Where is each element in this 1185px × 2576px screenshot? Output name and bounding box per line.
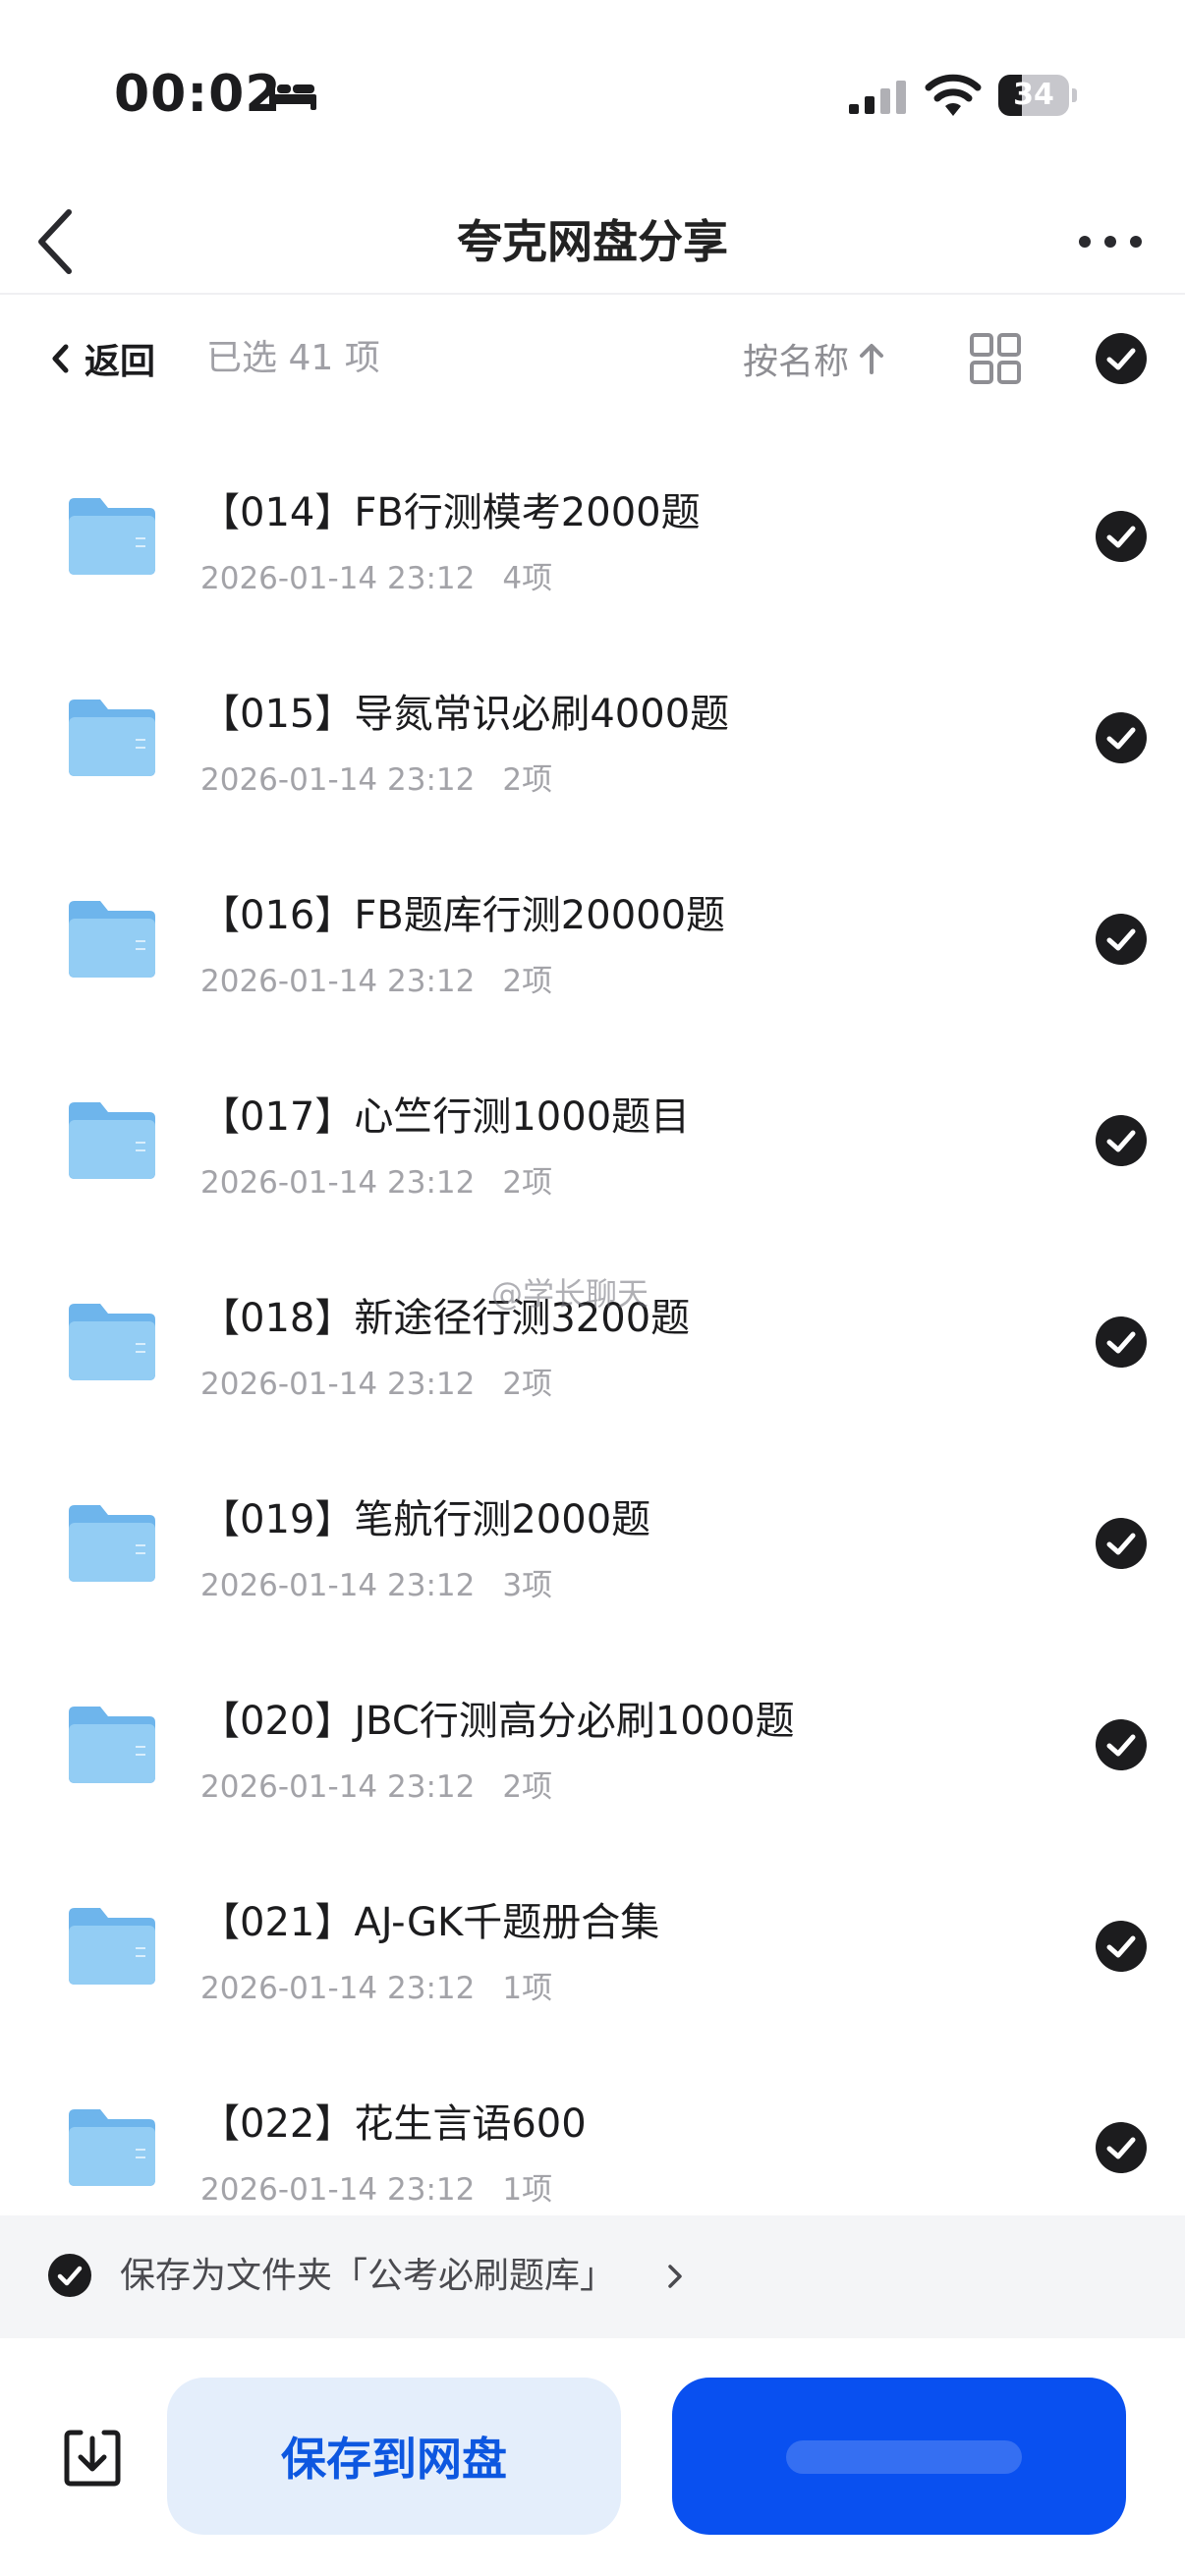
back-button[interactable]: 返回 [49,326,155,391]
check-circle-icon[interactable] [1095,510,1148,563]
file-name: 【020】JBC行测高分必刷1000题 [200,1699,795,1744]
folder-icon [69,1304,155,1380]
back-label: 返回 [85,342,156,382]
file-name: 【015】导氮常识必刷4000题 [200,692,730,737]
file-name: 【016】FB题库行测20000题 [200,893,726,938]
list-item[interactable]: 【019】笔航行测2000题 2026-01-14 23:12 3项 [0,1444,1185,1646]
battery-level-text: 34 [1013,78,1054,112]
file-list: 【014】FB行测模考2000题 2026-01-14 23:12 4项 【015… [0,437,1185,2215]
check-circle-icon[interactable] [1095,2121,1148,2174]
bed-icon [269,81,316,110]
check-circle-icon[interactable] [1095,1316,1148,1369]
file-date: 2026-01-14 23:12 [200,1568,476,1603]
arrow-up-icon [860,344,884,374]
file-name: 【021】AJ-GK千题册合集 [200,1900,660,1945]
file-meta: 2026-01-14 23:12 1项 [200,1963,552,2007]
folder-icon [69,1102,155,1179]
battery-cap [1072,88,1077,102]
list-item[interactable]: 【022】花生言语600 2026-01-14 23:12 1项 [0,2048,1185,2215]
file-meta: 2026-01-14 23:12 2项 [200,1359,552,1403]
check-circle-icon[interactable] [47,2253,92,2298]
file-date: 2026-01-14 23:12 [200,1769,476,1805]
nav-bar: 夸克网盘分享 [0,187,1185,295]
file-count: 1项 [502,1971,553,2006]
file-meta: 2026-01-14 23:12 2项 [200,755,552,799]
grid-icon[interactable] [969,332,1022,385]
battery-icon: 34 [998,75,1077,116]
file-count: 2项 [502,762,553,798]
selected-count: 已选 41 项 [206,338,380,378]
file-date: 2026-01-14 23:12 [200,762,476,798]
watermark: @学长聊天 [491,1275,649,1313]
file-date: 2026-01-14 23:12 [200,1971,476,2006]
file-meta: 2026-01-14 23:12 4项 [200,553,552,597]
file-name: 【017】心竺行测1000题目 [200,1094,691,1140]
chevron-right-icon[interactable] [666,2263,684,2290]
folder-icon [69,498,155,575]
file-meta: 2026-01-14 23:12 3项 [200,1560,552,1604]
folder-icon [69,1505,155,1582]
sort-label: 按名称 [743,342,850,382]
signal-icon [849,81,906,114]
save-as-folder-label: 保存为文件夹「公考必刷题库」 [120,2256,616,2296]
sort-by-name-button[interactable]: 按名称 [743,326,886,391]
file-date: 2026-01-14 23:12 [200,2172,476,2208]
file-name: 【022】花生言语600 [200,2101,587,2147]
status-bar: 00:02 34 [0,0,1185,187]
list-item[interactable]: 【014】FB行测模考2000题 2026-01-14 23:12 4项 [0,437,1185,639]
bottom-action-bar: 保存到网盘 [0,2338,1185,2576]
file-meta: 2026-01-14 23:12 2项 [200,956,552,1000]
download-icon[interactable] [61,2427,124,2490]
check-circle-icon[interactable] [1095,1718,1148,1771]
check-circle-icon[interactable] [1095,711,1148,764]
file-date: 2026-01-14 23:12 [200,1367,476,1402]
list-item[interactable]: 【020】JBC行测高分必刷1000题 2026-01-14 23:12 2项 [0,1646,1185,1847]
check-circle-icon[interactable] [1095,1517,1148,1570]
wifi-icon [925,74,982,116]
file-meta: 2026-01-14 23:12 2项 [200,1762,552,1806]
folder-icon [69,901,155,978]
file-count: 3项 [502,1568,553,1603]
list-item[interactable]: 【017】心竺行测1000题目 2026-01-14 23:12 2项 [0,1041,1185,1243]
obscured-button-label [786,2440,1022,2474]
chevron-left-small-icon [52,344,69,373]
check-circle-icon[interactable] [1095,913,1148,966]
status-time: 00:02 [114,65,282,124]
file-date: 2026-01-14 23:12 [200,964,476,999]
check-circle-icon[interactable] [1095,332,1148,385]
folder-icon [69,700,155,776]
file-count: 4项 [502,561,553,596]
file-count: 2项 [502,1769,553,1805]
battery-body: 34 [998,75,1069,116]
list-item[interactable]: 【015】导氮常识必刷4000题 2026-01-14 23:12 2项 [0,639,1185,840]
file-date: 2026-01-14 23:12 [200,561,476,596]
file-meta: 2026-01-14 23:12 1项 [200,2164,552,2209]
file-name: 【019】笔航行测2000题 [200,1497,651,1542]
file-count: 2项 [502,1367,553,1402]
more-icon[interactable] [1075,226,1146,257]
page-title: 夸克网盘分享 [457,215,728,268]
file-date: 2026-01-14 23:12 [200,1165,476,1201]
folder-icon [69,1707,155,1783]
file-name: 【014】FB行测模考2000题 [200,490,701,535]
file-count: 2项 [502,1165,553,1201]
file-count: 2项 [502,964,553,999]
folder-icon [69,1908,155,1985]
quark-share-page: 00:02 34 夸克网盘分享 返回 已选 41 项 按名称 【014】FB行测… [0,0,1185,2576]
selection-toolbar: 返回 已选 41 项 按名称 [0,295,1185,422]
check-circle-icon[interactable] [1095,1920,1148,1973]
save-as-folder-toggle[interactable]: 保存为文件夹「公考必刷题库」 [0,2215,1185,2338]
check-circle-icon[interactable] [1095,1114,1148,1167]
folder-icon [69,2109,155,2186]
file-count: 1项 [502,2172,553,2208]
save-to-drive-button[interactable]: 保存到网盘 [167,2378,621,2535]
file-meta: 2026-01-14 23:12 2项 [200,1157,552,1202]
list-item[interactable]: 【021】AJ-GK千题册合集 2026-01-14 23:12 1项 [0,1847,1185,2048]
list-item[interactable]: 【016】FB题库行测20000题 2026-01-14 23:12 2项 [0,840,1185,1041]
